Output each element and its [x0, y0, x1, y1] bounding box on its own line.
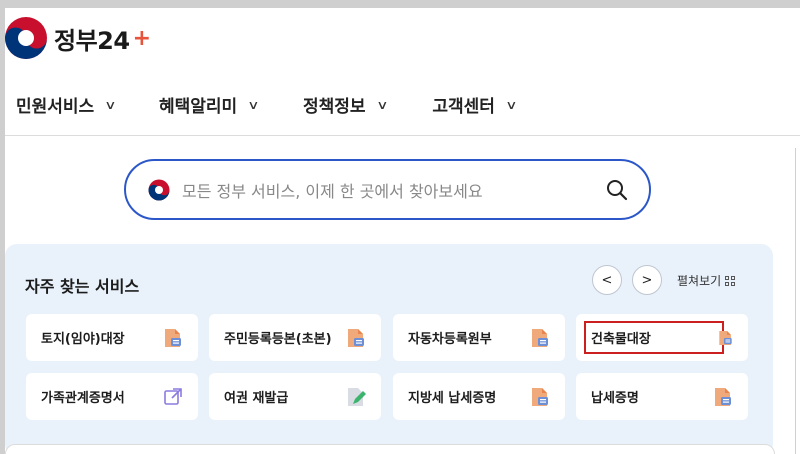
service-card[interactable]: 가족관계증명서	[26, 373, 198, 420]
next-arrow-icon: >	[641, 272, 653, 288]
service-card[interactable]: 지방세 납세증명	[393, 373, 565, 420]
pdf-document-icon	[348, 328, 364, 347]
service-label-highlighted: 건축물대장	[584, 321, 724, 354]
right-panel-edge	[795, 148, 800, 454]
frequent-services-panel: 자주 찾는 서비스 < > 펼쳐보기 토지(임야)대장 주민등록등본(초본) 자…	[5, 244, 773, 454]
nav-item-benefits[interactable]: 혜택알리미 ∨	[159, 92, 260, 117]
chevron-down-icon: ∨	[104, 97, 117, 112]
prev-button[interactable]: <	[592, 265, 622, 295]
nav-label: 혜택알리미	[159, 97, 238, 117]
nav-item-civil-service[interactable]: 민원서비스 ∨	[16, 92, 117, 117]
expand-button[interactable]: 펼쳐보기	[677, 272, 736, 289]
pdf-document-icon	[532, 328, 548, 347]
nav-label: 고객센터	[432, 97, 495, 117]
header: 정부24 +	[5, 8, 800, 74]
external-link-icon	[164, 387, 182, 405]
chevron-down-icon: ∨	[247, 97, 260, 112]
page: 정부24 + 민원서비스 ∨ 혜택알리미 ∨ 정책정보 ∨ 고객센터 ∨ 모든 …	[5, 8, 800, 454]
panel-title: 자주 찾는 서비스	[25, 277, 140, 296]
search-icon[interactable]	[605, 178, 629, 202]
service-card[interactable]: 토지(임야)대장	[26, 314, 198, 361]
service-label: 주민등록등본(초본)	[224, 332, 332, 347]
taegeuk-logo-icon	[5, 17, 47, 59]
service-label: 지방세 납세증명	[408, 391, 497, 406]
search-bar[interactable]: 모든 정부 서비스, 이제 한 곳에서 찾아보세요	[124, 159, 651, 220]
grid-icon	[725, 275, 736, 286]
taegeuk-small-icon	[148, 179, 170, 200]
edit-document-icon	[348, 387, 366, 406]
service-label: 자동차등록원부	[408, 332, 492, 347]
service-card[interactable]: 여권 재발급	[209, 373, 381, 420]
prev-arrow-icon: <	[601, 272, 613, 288]
service-label: 토지(임야)대장	[41, 332, 125, 347]
main-nav: 민원서비스 ∨ 혜택알리미 ∨ 정책정보 ∨ 고객센터 ∨	[5, 74, 800, 136]
service-card[interactable]: 자동차등록원부	[393, 314, 565, 361]
site-logo[interactable]: 정부24 +	[5, 16, 151, 60]
nav-item-customer-center[interactable]: 고객센터 ∨	[432, 92, 518, 117]
nav-label: 정책정보	[303, 97, 366, 117]
logo-text: 정부24	[54, 26, 130, 55]
service-label: 납세증명	[591, 391, 639, 406]
service-label: 여권 재발급	[224, 391, 289, 406]
next-button[interactable]: >	[632, 265, 662, 295]
chevron-down-icon: ∨	[505, 97, 518, 112]
pdf-document-icon	[719, 330, 732, 345]
search-input[interactable]: 모든 정부 서비스, 이제 한 곳에서 찾아보세요	[182, 178, 605, 202]
service-label: 가족관계증명서	[41, 391, 125, 406]
nav-item-policy[interactable]: 정책정보 ∨	[303, 92, 389, 117]
logo-plus: +	[132, 25, 151, 51]
service-card[interactable]: 납세증명	[576, 373, 748, 420]
next-section-edge	[5, 444, 775, 454]
chevron-down-icon: ∨	[375, 97, 389, 112]
pdf-document-icon	[532, 387, 548, 406]
service-card[interactable]: 주민등록등본(초본)	[209, 314, 381, 361]
expand-label: 펼쳐보기	[677, 274, 722, 288]
nav-label: 민원서비스	[16, 97, 95, 117]
service-card-building-register[interactable]: 건축물대장	[576, 314, 748, 361]
pdf-document-icon	[715, 387, 731, 406]
pdf-document-icon	[165, 328, 181, 347]
